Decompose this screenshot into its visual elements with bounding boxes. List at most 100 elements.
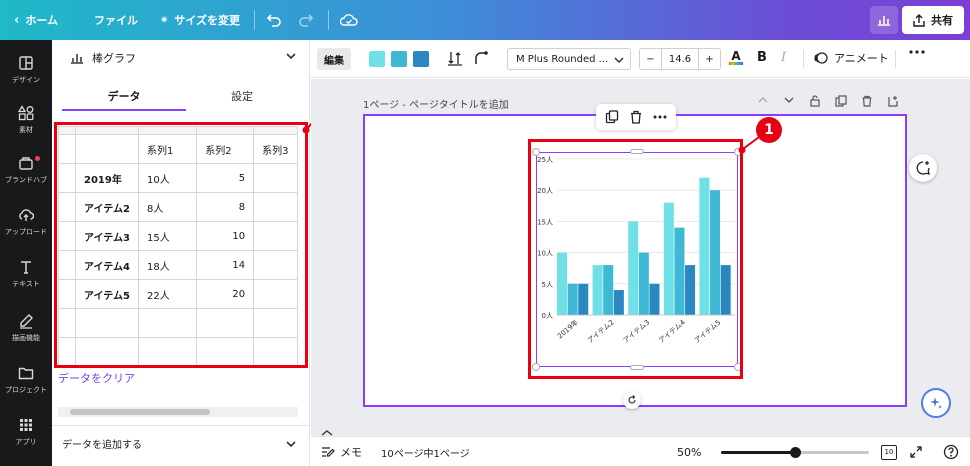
add-data-row[interactable]: データを追加する — [52, 425, 310, 461]
page-grid-button[interactable]: 10 — [881, 437, 897, 466]
home-button[interactable]: ‹ ホーム — [14, 0, 58, 40]
increase-size-button[interactable]: + — [698, 49, 720, 69]
chevron-down-icon — [614, 57, 624, 64]
element-context-toolbar — [596, 104, 676, 130]
animate-button[interactable]: アニメート — [813, 50, 889, 66]
sparkle-icon — [930, 397, 942, 409]
chevron-down-icon — [286, 441, 296, 448]
insights-button[interactable] — [870, 6, 898, 34]
bar-chart-icon — [71, 54, 83, 64]
page-counter[interactable]: 10ページ中1ページ — [381, 437, 470, 466]
trash-icon[interactable] — [629, 110, 643, 124]
bottom-bar: メモ 10ページ中1ページ 50% 10 — [311, 436, 970, 466]
tab-settings[interactable]: 設定 — [186, 82, 298, 110]
redo-icon — [299, 14, 314, 27]
lock-icon[interactable] — [809, 95, 821, 107]
undo-button[interactable] — [266, 0, 282, 40]
notes-button[interactable]: メモ — [321, 437, 362, 466]
chevron-down-icon[interactable] — [783, 95, 795, 105]
zoom-slider-fill — [721, 451, 795, 454]
share-icon — [913, 13, 925, 27]
share-button[interactable]: 共有 — [902, 6, 964, 34]
color-swatch-2[interactable] — [391, 51, 407, 67]
more-icon — [909, 50, 925, 54]
rail-item-design[interactable]: デザイン — [0, 46, 52, 94]
file-menu[interactable]: ファイル — [94, 0, 138, 40]
rail-label: テキスト — [12, 280, 40, 288]
top-bar: ‹ ホーム ファイル ✷ サイズを変更 共有 — [0, 0, 970, 40]
horizontal-scrollbar[interactable] — [58, 407, 298, 417]
notification-dot — [35, 156, 40, 161]
font-family-select[interactable]: M Plus Rounded ... — [507, 48, 631, 70]
rotate-button[interactable] — [623, 391, 641, 409]
line-style-button[interactable] — [473, 50, 489, 66]
italic-button[interactable]: I — [781, 50, 786, 65]
resize-button[interactable]: ✷ サイズを変更 — [160, 0, 240, 40]
rail-item-draw[interactable]: 描画機能 — [0, 304, 52, 352]
decrease-size-button[interactable]: − — [640, 49, 662, 69]
more-icon[interactable] — [653, 115, 667, 119]
text-color-button[interactable]: A — [729, 50, 743, 65]
fullscreen-button[interactable] — [909, 437, 923, 466]
rail-label: アップロード — [5, 228, 47, 236]
cloud-save-button[interactable] — [340, 0, 358, 40]
rail-item-apps[interactable]: アプリ — [0, 408, 52, 456]
rail-item-projects[interactable]: プロジェクト — [0, 356, 52, 404]
redo-button[interactable] — [298, 0, 314, 40]
undo-icon — [266, 14, 281, 27]
font-size-stepper[interactable]: − 14.6 + — [639, 48, 721, 70]
sort-button[interactable] — [447, 50, 463, 66]
trash-icon[interactable] — [861, 95, 873, 107]
sort-icon — [448, 52, 462, 66]
rail-item-upload[interactable]: アップロード — [0, 198, 52, 246]
page-controls — [757, 95, 899, 107]
add-comment-button[interactable] — [909, 154, 937, 182]
brand-icon — [19, 157, 33, 170]
upload-icon — [19, 209, 34, 221]
color-swatch-1[interactable] — [369, 51, 385, 67]
color-swatch-3[interactable] — [413, 51, 429, 67]
canvas-area: 1ページ - ページタイトルを追加 0人 5人 10人 15人 20人 25人 2019年ア… — [311, 79, 970, 436]
editor-toolbar: 編集 M Plus Rounded ... − 14.6 + A B I アニメ… — [311, 40, 970, 78]
rail-label: ブランドハブ — [5, 176, 47, 184]
resize-label: サイズを変更 — [174, 14, 241, 27]
rail-item-elements[interactable]: 素材 — [0, 96, 52, 144]
add-page-icon[interactable] — [887, 95, 899, 107]
scrollbar-thumb[interactable] — [70, 409, 210, 415]
rail-item-text[interactable]: テキスト — [0, 250, 52, 298]
rail-label: 描画機能 — [12, 334, 40, 342]
copy-icon[interactable] — [605, 110, 619, 124]
comment-plus-icon — [916, 161, 930, 175]
notes-icon — [322, 447, 335, 457]
apps-icon — [20, 419, 32, 431]
crown-icon: ✷ — [160, 14, 169, 26]
magic-assistant-button[interactable] — [921, 388, 951, 418]
page-title-label[interactable]: 1ページ - ページタイトルを追加 — [363, 96, 509, 111]
zoom-slider[interactable] — [721, 447, 869, 458]
rail-item-brand[interactable]: ブランドハブ — [0, 146, 52, 194]
animate-label: アニメート — [834, 52, 889, 65]
bar-chart-icon — [878, 16, 890, 26]
more-options-button[interactable] — [909, 50, 925, 54]
help-button[interactable] — [943, 437, 959, 466]
folder-icon — [18, 367, 34, 380]
chevron-up-icon[interactable] — [757, 95, 769, 105]
text-icon — [21, 261, 31, 274]
bold-button[interactable]: B — [757, 50, 767, 65]
duplicate-icon[interactable] — [835, 95, 847, 107]
share-label: 共有 — [931, 14, 953, 27]
rainbow-bar — [729, 62, 743, 65]
font-size-value[interactable]: 14.6 — [662, 54, 698, 65]
panel-header[interactable]: 棒グラフ — [52, 40, 310, 76]
edit-button[interactable]: 編集 — [317, 48, 351, 70]
zoom-value[interactable]: 50% — [677, 437, 701, 466]
panel-title: 棒グラフ — [92, 52, 136, 65]
chevron-down-icon[interactable] — [286, 52, 296, 60]
clear-data-link[interactable]: データをクリア — [58, 370, 135, 386]
zoom-slider-knob[interactable] — [790, 447, 801, 458]
annotation-pointer-1 — [738, 136, 760, 154]
tab-data[interactable]: データ — [62, 82, 186, 110]
rotate-icon — [628, 395, 636, 404]
animate-icon — [814, 52, 828, 64]
draw-icon — [20, 314, 33, 329]
